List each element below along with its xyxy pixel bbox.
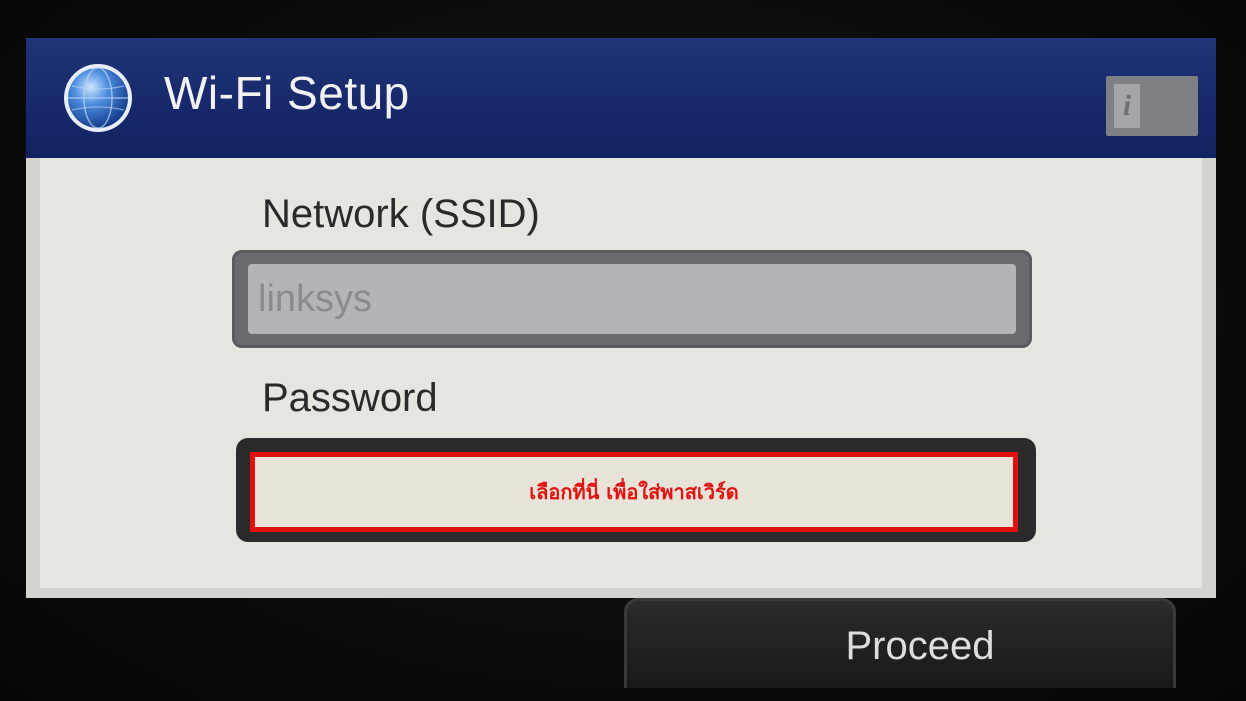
password-label: Password xyxy=(262,376,438,420)
password-input[interactable]: เลือกที่นี่ เพื่อใส่พาสเวิร์ด xyxy=(250,452,1018,532)
proceed-label: Proceed xyxy=(845,624,995,668)
globe-icon xyxy=(62,62,134,134)
ssid-value: linksys xyxy=(248,264,1016,334)
form-area: Network (SSID) linksys Password เลือกที่… xyxy=(40,158,1202,588)
ssid-field: linksys xyxy=(232,250,1032,348)
password-field[interactable]: เลือกที่นี่ เพื่อใส่พาสเวิร์ด xyxy=(236,438,1036,542)
page-title: Wi-Fi Setup xyxy=(164,67,410,119)
password-hint-annotation: เลือกที่นี่ เพื่อใส่พาสเวิร์ด xyxy=(529,480,739,504)
device-bezel: Wi-Fi Setup i Network (SSID) linksys Pas… xyxy=(0,0,1246,701)
lcd-screen: Wi-Fi Setup i Network (SSID) linksys Pas… xyxy=(26,38,1216,598)
ssid-label: Network (SSID) xyxy=(262,192,540,236)
info-icon: i xyxy=(1114,84,1140,128)
info-button[interactable]: i xyxy=(1106,76,1198,136)
title-bar: Wi-Fi Setup i xyxy=(26,38,1216,158)
proceed-button[interactable]: Proceed xyxy=(624,598,1176,688)
